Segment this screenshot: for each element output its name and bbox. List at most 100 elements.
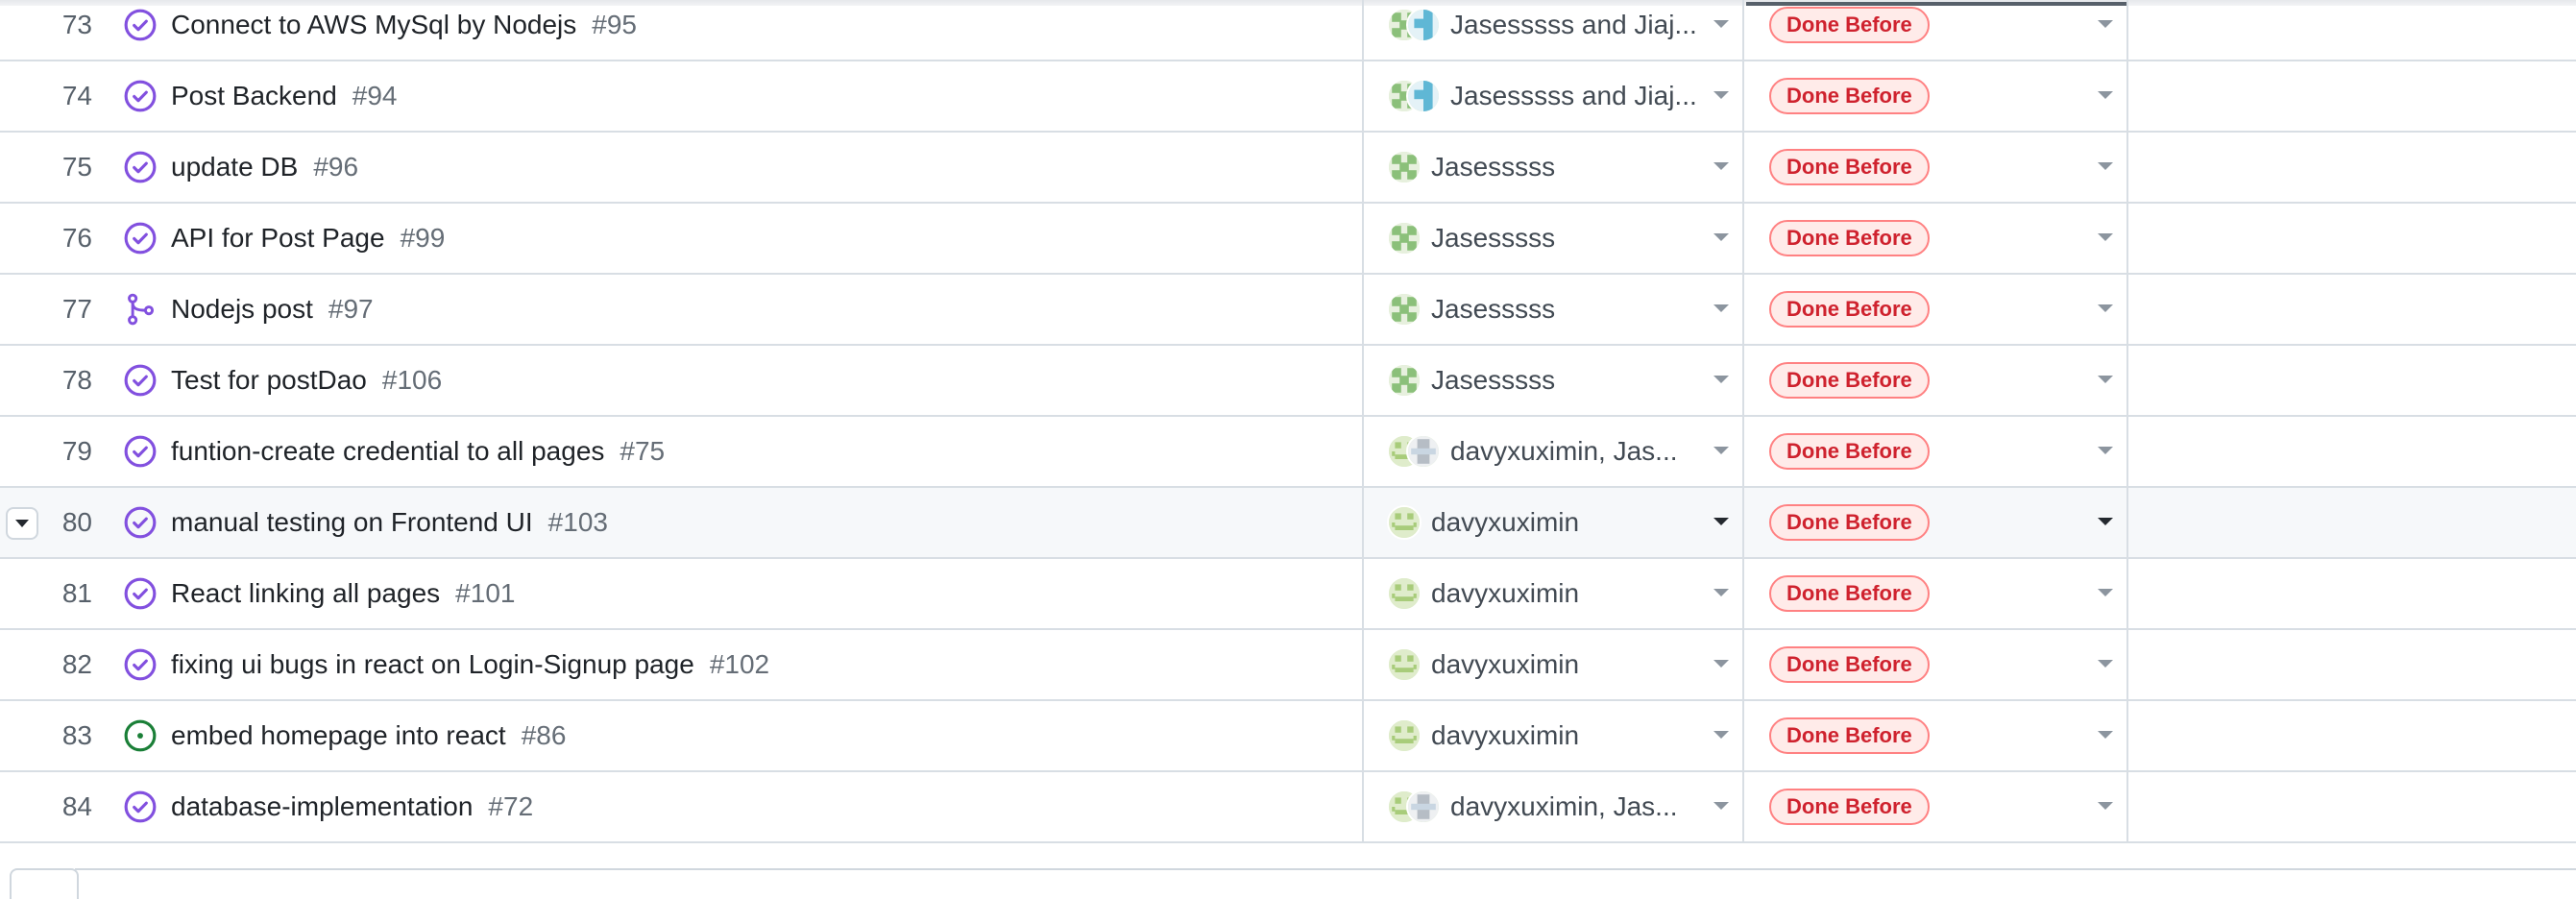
assignees-cell[interactable]: Jasesssss bbox=[1362, 204, 1744, 273]
status-cell[interactable]: Done Before bbox=[1744, 559, 2128, 628]
empty-cell[interactable] bbox=[2128, 630, 2576, 699]
table-row[interactable]: 74 Post Backend #94 Jasesssss and Jiaj..… bbox=[0, 61, 2576, 133]
assignees-cell[interactable]: davyxuximin bbox=[1362, 701, 1744, 770]
chevron-down-icon[interactable] bbox=[2098, 304, 2113, 312]
chevron-down-icon[interactable] bbox=[2098, 518, 2113, 525]
chevron-down-icon[interactable] bbox=[1713, 304, 1729, 312]
status-cell[interactable]: Done Before bbox=[1744, 346, 2128, 415]
issue-title-link[interactable]: Nodejs post bbox=[171, 294, 313, 325]
empty-cell[interactable] bbox=[2128, 133, 2576, 202]
title-cell[interactable]: update DB #96 bbox=[123, 133, 1360, 202]
status-badge: Done Before bbox=[1769, 220, 1930, 256]
assignees-cell[interactable]: davyxuximin, Jas... bbox=[1362, 417, 1744, 486]
chevron-down-icon[interactable] bbox=[2098, 162, 2113, 170]
assignees-cell[interactable]: Jasesssss and Jiaj... bbox=[1362, 0, 1744, 60]
assignees-cell[interactable]: Jasesssss and Jiaj... bbox=[1362, 61, 1744, 131]
chevron-down-icon[interactable] bbox=[1713, 233, 1729, 241]
chevron-down-icon[interactable] bbox=[2098, 802, 2113, 810]
title-cell[interactable]: React linking all pages #101 bbox=[123, 559, 1360, 628]
issue-title-link[interactable]: fixing ui bugs in react on Login-Signup … bbox=[171, 649, 694, 680]
closed-issue-icon bbox=[123, 150, 158, 184]
chevron-down-icon[interactable] bbox=[1713, 589, 1729, 596]
issue-title-link[interactable]: funtion-create credential to all pages bbox=[171, 436, 604, 467]
chevron-down-icon[interactable] bbox=[1713, 162, 1729, 170]
status-cell[interactable]: Done Before bbox=[1744, 701, 2128, 770]
chevron-down-icon[interactable] bbox=[1713, 731, 1729, 739]
table-row[interactable]: 79 funtion-create credential to all page… bbox=[0, 417, 2576, 488]
chevron-down-icon[interactable] bbox=[2098, 447, 2113, 454]
title-cell[interactable]: Test for postDao #106 bbox=[123, 346, 1360, 415]
issue-title-link[interactable]: API for Post Page bbox=[171, 223, 385, 254]
title-cell[interactable]: database-implementation #72 bbox=[123, 772, 1360, 841]
table-row[interactable]: 82 fixing ui bugs in react on Login-Sign… bbox=[0, 630, 2576, 701]
assignees-cell[interactable]: Jasesssss bbox=[1362, 133, 1744, 202]
title-cell[interactable]: embed homepage into react #86 bbox=[123, 701, 1360, 770]
status-cell[interactable]: Done Before bbox=[1744, 275, 2128, 344]
title-cell[interactable]: manual testing on Frontend UI #103 bbox=[123, 488, 1360, 557]
empty-cell[interactable] bbox=[2128, 559, 2576, 628]
title-cell[interactable]: Nodejs post #97 bbox=[123, 275, 1360, 344]
status-cell[interactable]: Done Before bbox=[1744, 133, 2128, 202]
chevron-down-icon[interactable] bbox=[2098, 20, 2113, 28]
empty-cell[interactable] bbox=[2128, 417, 2576, 486]
issue-title-link[interactable]: React linking all pages bbox=[171, 578, 440, 609]
status-cell[interactable]: Done Before bbox=[1744, 488, 2128, 557]
chevron-down-icon[interactable] bbox=[1713, 802, 1729, 810]
empty-cell[interactable] bbox=[2128, 772, 2576, 841]
table-row[interactable]: 80 manual testing on Frontend UI #103 da… bbox=[0, 488, 2576, 559]
empty-cell[interactable] bbox=[2128, 275, 2576, 344]
status-cell[interactable]: Done Before bbox=[1744, 417, 2128, 486]
assignees-cell[interactable]: davyxuximin bbox=[1362, 559, 1744, 628]
chevron-down-icon[interactable] bbox=[1713, 447, 1729, 454]
table-row[interactable]: 81 React linking all pages #101 davyxuxi… bbox=[0, 559, 2576, 630]
table-row[interactable]: 84 database-implementation #72 davyxuxim… bbox=[0, 772, 2576, 843]
empty-cell[interactable] bbox=[2128, 488, 2576, 557]
status-cell[interactable]: Done Before bbox=[1744, 0, 2128, 60]
table-row[interactable]: 76 API for Post Page #99 Jasesssss Done … bbox=[0, 204, 2576, 275]
title-cell[interactable]: Connect to AWS MySql by Nodejs #95 bbox=[123, 0, 1360, 60]
assignees-cell[interactable]: davyxuximin, Jas... bbox=[1362, 772, 1744, 841]
empty-cell[interactable] bbox=[2128, 204, 2576, 273]
chevron-down-icon[interactable] bbox=[1713, 376, 1729, 383]
chevron-down-icon[interactable] bbox=[2098, 589, 2113, 596]
issue-title-link[interactable]: database-implementation bbox=[171, 791, 473, 822]
chevron-down-icon[interactable] bbox=[2098, 376, 2113, 383]
status-cell[interactable]: Done Before bbox=[1744, 204, 2128, 273]
issue-title-link[interactable]: manual testing on Frontend UI bbox=[171, 507, 533, 538]
table-row[interactable]: 73 Connect to AWS MySql by Nodejs #95 Ja… bbox=[0, 0, 2576, 61]
title-cell[interactable]: API for Post Page #99 bbox=[123, 204, 1360, 273]
issue-title-link[interactable]: Test for postDao bbox=[171, 365, 367, 396]
empty-cell[interactable] bbox=[2128, 346, 2576, 415]
empty-cell[interactable] bbox=[2128, 61, 2576, 131]
assignees-cell[interactable]: Jasesssss bbox=[1362, 346, 1744, 415]
chevron-down-icon[interactable] bbox=[1713, 20, 1729, 28]
chevron-down-icon[interactable] bbox=[1713, 91, 1729, 99]
title-cell[interactable]: Post Backend #94 bbox=[123, 61, 1360, 131]
issue-title-link[interactable]: Post Backend bbox=[171, 81, 337, 111]
issue-number: #94 bbox=[352, 81, 398, 110]
chevron-down-icon[interactable] bbox=[2098, 731, 2113, 739]
title-cell[interactable]: funtion-create credential to all pages #… bbox=[123, 417, 1360, 486]
table-row[interactable]: 83 embed homepage into react #86 davyxux… bbox=[0, 701, 2576, 772]
assignees-cell[interactable]: davyxuximin bbox=[1362, 630, 1744, 699]
issue-title-link[interactable]: update DB bbox=[171, 152, 298, 182]
chevron-down-icon[interactable] bbox=[1713, 518, 1729, 525]
assignees-cell[interactable]: Jasesssss bbox=[1362, 275, 1744, 344]
status-cell[interactable]: Done Before bbox=[1744, 630, 2128, 699]
chevron-down-icon[interactable] bbox=[2098, 660, 2113, 668]
status-cell[interactable]: Done Before bbox=[1744, 772, 2128, 841]
chevron-down-icon[interactable] bbox=[1713, 660, 1729, 668]
assignees-cell[interactable]: davyxuximin bbox=[1362, 488, 1744, 557]
table-row[interactable]: 77 Nodejs post #97 Jasesssss Done Before bbox=[0, 275, 2576, 346]
title-cell[interactable]: fixing ui bugs in react on Login-Signup … bbox=[123, 630, 1360, 699]
status-cell[interactable]: Done Before bbox=[1744, 61, 2128, 131]
issue-title-link[interactable]: embed homepage into react bbox=[171, 720, 506, 751]
chevron-down-icon[interactable] bbox=[2098, 91, 2113, 99]
table-row[interactable]: 75 update DB #96 Jasesssss Done Before bbox=[0, 133, 2576, 204]
issue-title-link[interactable]: Connect to AWS MySql by Nodejs bbox=[171, 10, 576, 40]
empty-cell[interactable] bbox=[2128, 0, 2576, 60]
chevron-down-icon[interactable] bbox=[2098, 233, 2113, 241]
add-item-button[interactable] bbox=[10, 868, 79, 899]
table-row[interactable]: 78 Test for postDao #106 Jasesssss Done … bbox=[0, 346, 2576, 417]
empty-cell[interactable] bbox=[2128, 701, 2576, 770]
